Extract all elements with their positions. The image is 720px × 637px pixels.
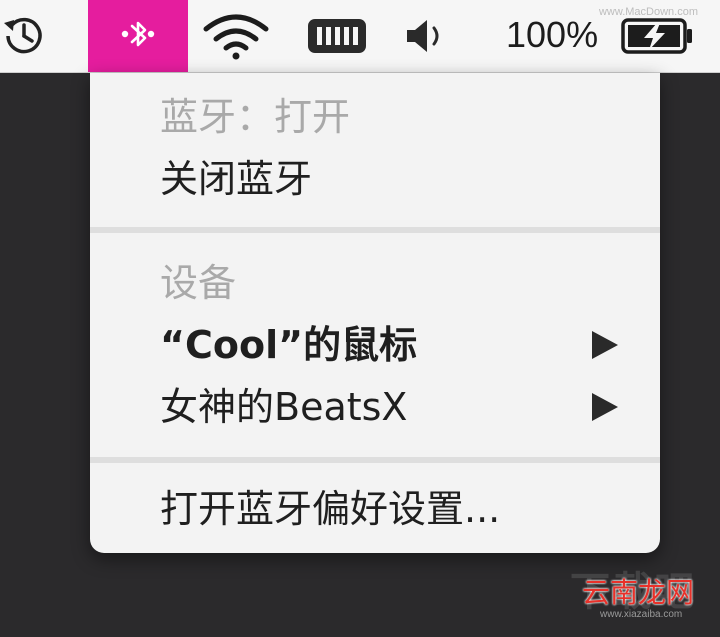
bluetooth-status-label: 蓝牙：打开 bbox=[160, 95, 351, 139]
bluetooth-connected-icon bbox=[121, 21, 155, 47]
bluetooth-menu-button[interactable] bbox=[88, 0, 188, 72]
devices-header: 设备 bbox=[160, 261, 237, 305]
submenu-arrow-icon bbox=[592, 331, 618, 359]
volume-icon[interactable] bbox=[398, 0, 454, 72]
wifi-icon[interactable] bbox=[196, 0, 276, 72]
watermark-logo: 下载吧 云南龙网 www.xiazaiba.com bbox=[564, 559, 714, 629]
watermark-site-text: 云南龙网 bbox=[582, 576, 695, 609]
time-machine-icon[interactable] bbox=[0, 0, 54, 72]
menu-bar: 100% www.MacDown.com bbox=[0, 0, 720, 73]
watermark-site-url: www.xiazaiba.com bbox=[600, 609, 683, 620]
submenu-arrow-icon bbox=[592, 393, 618, 421]
menu-separator bbox=[90, 457, 660, 463]
battery-meter-icon[interactable] bbox=[302, 0, 372, 72]
device-label: “Cool”的鼠标 bbox=[160, 323, 418, 367]
turn-off-bluetooth-item[interactable]: 关闭蓝牙 bbox=[160, 155, 312, 203]
device-label: 女神的BeatsX bbox=[160, 385, 408, 429]
open-bluetooth-preferences-item[interactable]: 打开蓝牙偏好设置... bbox=[160, 485, 500, 533]
bluetooth-dropdown-menu: 蓝牙：打开 关闭蓝牙 设备 “Cool”的鼠标 女神的BeatsX 打开蓝牙偏好… bbox=[90, 73, 660, 553]
menu-separator bbox=[90, 227, 660, 233]
battery-percent[interactable]: 100% bbox=[506, 14, 598, 56]
watermark-macdown: www.MacDown.com bbox=[598, 6, 698, 18]
